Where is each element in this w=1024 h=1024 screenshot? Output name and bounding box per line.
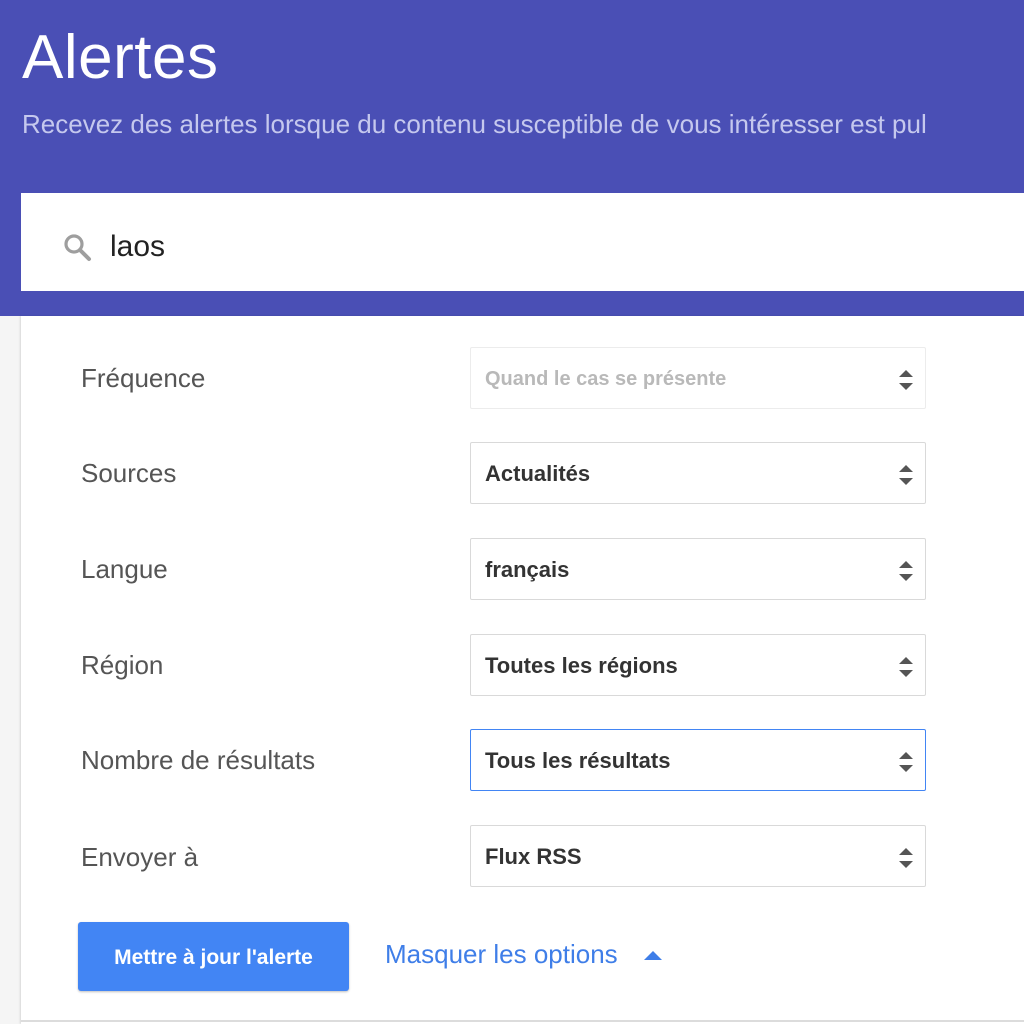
language-select[interactable]: français [470, 538, 926, 600]
language-select-value: français [485, 557, 570, 582]
results-count-select-value: Tous les résultats [485, 748, 671, 773]
panel-divider [21, 1020, 1024, 1022]
select-arrows-icon [899, 561, 913, 581]
search-icon [64, 234, 91, 261]
page-title: Alertes [22, 23, 219, 92]
deliver-to-select-value: Flux RSS [485, 844, 582, 869]
select-arrows-icon [899, 657, 913, 677]
sources-select[interactable]: Actualités [470, 442, 926, 504]
frequency-select-value: Quand le cas se présente [485, 368, 727, 390]
region-label: Région [81, 650, 164, 680]
region-select-value: Toutes les régions [485, 653, 678, 678]
deliver-to-select[interactable]: Flux RSS [470, 825, 926, 887]
select-arrows-icon [899, 848, 913, 868]
frequency-select[interactable]: Quand le cas se présente [470, 347, 926, 409]
update-alert-button[interactable]: Mettre à jour l'alerte [78, 922, 349, 991]
frequency-label: Fréquence [81, 363, 206, 393]
page-subtitle: Recevez des alertes lorsque du contenu s… [22, 109, 927, 139]
hide-options-link[interactable]: Masquer les options [385, 939, 618, 970]
results-count-label: Nombre de résultats [81, 745, 316, 775]
language-label: Langue [81, 554, 168, 584]
results-count-select[interactable]: Tous les résultats [470, 729, 926, 791]
sources-label: Sources [81, 458, 177, 488]
select-arrows-icon [899, 465, 913, 485]
search-input[interactable]: laos [110, 230, 165, 264]
select-arrows-icon [899, 752, 913, 772]
sources-select-value: Actualités [485, 461, 591, 486]
region-select[interactable]: Toutes les régions [470, 634, 926, 696]
select-arrows-icon [899, 370, 913, 390]
deliver-to-label: Envoyer à [81, 842, 199, 872]
search-box[interactable] [21, 193, 1024, 291]
caret-up-icon[interactable] [643, 949, 663, 961]
